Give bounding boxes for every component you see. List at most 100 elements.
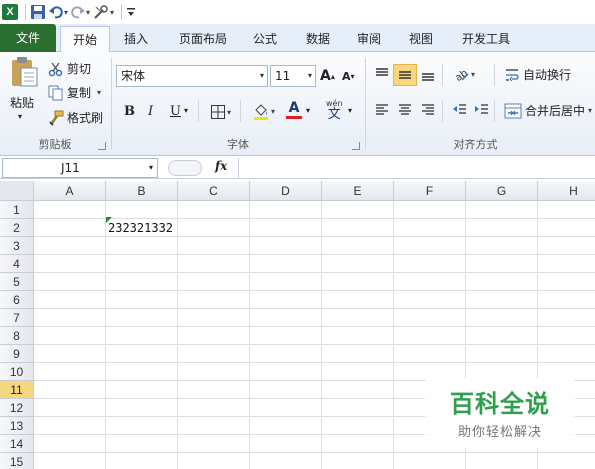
paste-dropdown-icon[interactable]: ▾: [18, 112, 22, 121]
paste-label[interactable]: 粘贴: [10, 94, 34, 111]
select-all-corner[interactable]: [0, 181, 34, 201]
name-box-dropdown-icon[interactable]: ▾: [149, 159, 153, 177]
decrease-indent-icon: [453, 104, 466, 114]
excel-icon[interactable]: X: [2, 2, 18, 22]
ribbon-tab-bar: 文件 开始 插入 页面布局 公式 数据 审阅 视图 开发工具: [0, 24, 595, 53]
redo-dropdown-icon[interactable]: ▾: [86, 8, 90, 17]
merge-center-dropdown-icon[interactable]: ▾: [588, 106, 592, 115]
customize-dropdown-icon[interactable]: ▾: [110, 8, 114, 17]
row-header-4[interactable]: 4: [0, 255, 34, 273]
name-box-value: J11: [61, 161, 80, 175]
align-right-button[interactable]: [420, 102, 436, 118]
font-name-dropdown-icon[interactable]: ▾: [260, 66, 264, 86]
tab-data[interactable]: 数据: [298, 26, 338, 52]
format-painter-button[interactable]: 格式刷: [48, 109, 103, 126]
align-middle-button[interactable]: [393, 64, 417, 86]
underline-button[interactable]: U: [170, 104, 181, 119]
tab-file[interactable]: 文件: [0, 24, 56, 52]
row-header-7[interactable]: 7: [0, 309, 34, 327]
tab-insert[interactable]: 插入: [114, 26, 158, 52]
font-group-label: 字体: [227, 138, 249, 151]
row-header-5[interactable]: 5: [0, 273, 34, 291]
paste-button[interactable]: [6, 56, 42, 88]
column-header-h[interactable]: H: [538, 181, 595, 201]
phonetic-dropdown-icon[interactable]: ▾: [348, 106, 352, 115]
tab-review[interactable]: 审阅: [350, 26, 388, 52]
column-header-a[interactable]: A: [34, 181, 106, 201]
format-painter-label: 格式刷: [67, 111, 104, 125]
fill-color-button[interactable]: ▾: [252, 102, 275, 120]
clipboard-group: 粘贴 ▾ 剪切 复制 ▾ 格式刷 剪贴板: [0, 52, 110, 156]
decrease-indent-button[interactable]: [452, 102, 468, 118]
formula-expand-handle[interactable]: [168, 160, 202, 176]
wrap-text-button[interactable]: 自动换行: [504, 66, 571, 83]
insert-function-button[interactable]: fx: [215, 159, 227, 173]
font-name-combo[interactable]: 宋体 ▾: [116, 65, 268, 87]
watermark: 百科全说 助你轻松解决: [425, 378, 575, 448]
tab-formulas[interactable]: 公式: [246, 26, 284, 52]
increase-indent-button[interactable]: [474, 102, 490, 118]
undo-dropdown-icon[interactable]: ▾: [64, 8, 68, 17]
font-color-dropdown-icon[interactable]: ▾: [306, 106, 310, 115]
clipboard-launcher-icon[interactable]: [98, 142, 106, 150]
row-gridline: [34, 344, 595, 345]
undo-icon[interactable]: ▾: [49, 2, 68, 22]
row-header-12[interactable]: 12: [0, 399, 34, 417]
quick-access-toolbar: X ▾ ▾ ▾: [0, 0, 595, 24]
tab-view[interactable]: 视图: [402, 26, 440, 52]
row-gridline: [34, 290, 595, 291]
row-header-9[interactable]: 9: [0, 345, 34, 363]
borders-button[interactable]: ▾: [210, 104, 231, 120]
row-header-14[interactable]: 14: [0, 435, 34, 453]
column-header-c[interactable]: C: [178, 181, 250, 201]
cell-b2[interactable]: 232321332: [108, 221, 173, 235]
row-header-8[interactable]: 8: [0, 327, 34, 345]
column-header-g[interactable]: G: [466, 181, 538, 201]
row-gridline: [34, 236, 595, 237]
row-header-1[interactable]: 1: [0, 201, 34, 219]
font-color-button[interactable]: A: [286, 100, 302, 119]
tab-home[interactable]: 开始: [60, 26, 110, 53]
grow-font-icon[interactable]: A ▴: [320, 68, 335, 84]
underline-dropdown-icon[interactable]: ▾: [184, 106, 188, 115]
fill-color-dropdown-icon[interactable]: ▾: [271, 107, 275, 116]
orientation-button[interactable]: ab ▾: [452, 66, 475, 82]
bold-button[interactable]: B: [124, 104, 135, 119]
name-box[interactable]: J11 ▾: [2, 158, 158, 178]
borders-dropdown-icon[interactable]: ▾: [227, 108, 231, 117]
merge-center-button[interactable]: 合并后居中 ▾: [504, 102, 592, 119]
copy-button[interactable]: 复制 ▾: [48, 84, 101, 101]
column-header-f[interactable]: F: [394, 181, 466, 201]
paint-bucket-icon: [254, 104, 268, 120]
customize-icon[interactable]: ▾: [93, 2, 114, 22]
row-header-2[interactable]: 2: [0, 219, 34, 237]
align-bottom-button[interactable]: [420, 66, 436, 82]
row-header-13[interactable]: 13: [0, 417, 34, 435]
row-header-11[interactable]: 11: [0, 381, 34, 399]
align-top-button[interactable]: [374, 66, 390, 82]
font-size-combo[interactable]: 11 ▾: [270, 65, 316, 87]
copy-dropdown-icon[interactable]: ▾: [97, 88, 101, 97]
font-size-dropdown-icon[interactable]: ▾: [308, 66, 312, 86]
column-header-b[interactable]: B: [106, 181, 178, 201]
row-header-10[interactable]: 10: [0, 363, 34, 381]
tab-developer[interactable]: 开发工具: [452, 26, 520, 52]
cut-button[interactable]: 剪切: [48, 60, 91, 77]
column-header-d[interactable]: D: [250, 181, 322, 201]
row-header-6[interactable]: 6: [0, 291, 34, 309]
italic-button[interactable]: I: [148, 104, 153, 119]
formula-input[interactable]: [238, 158, 595, 178]
align-left-button[interactable]: [374, 102, 390, 118]
orientation-dropdown-icon[interactable]: ▾: [471, 70, 475, 79]
column-header-e[interactable]: E: [322, 181, 394, 201]
phonetic-button[interactable]: wén 文: [326, 98, 343, 121]
save-icon[interactable]: [30, 2, 46, 22]
align-center-button[interactable]: [397, 102, 413, 118]
row-header-15[interactable]: 15: [0, 453, 34, 469]
shrink-font-icon[interactable]: A ▾: [342, 70, 355, 83]
tab-page-layout[interactable]: 页面布局: [170, 26, 236, 52]
qat-menu-icon[interactable]: [126, 2, 136, 22]
font-launcher-icon[interactable]: [352, 142, 360, 150]
row-header-3[interactable]: 3: [0, 237, 34, 255]
redo-icon[interactable]: ▾: [71, 2, 90, 22]
